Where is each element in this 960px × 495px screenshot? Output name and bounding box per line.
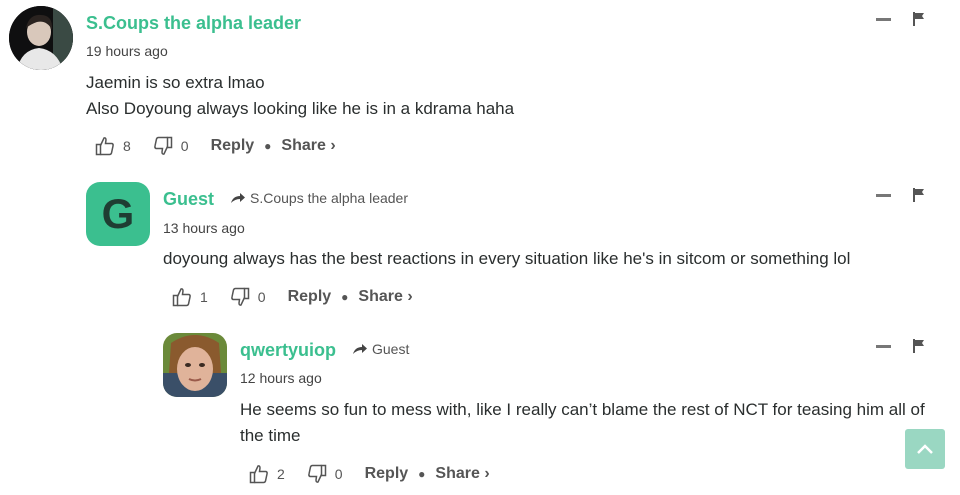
upvote-count: 8 [123,138,131,154]
comment-actions: 1 0 Reply ● Share › [172,287,413,307]
share-button[interactable]: Share › [281,137,335,155]
thumbs-down-icon [230,287,250,306]
comment-line: Also Doyoung always looking like he is i… [86,99,515,118]
reply-arrow-icon [231,193,245,203]
in-reply-to[interactable]: Guest [352,341,409,357]
parent-author: Guest [372,341,410,357]
comment-body: Jaemin is so extra lmao Also Doyoung alw… [86,70,926,122]
reply-button[interactable]: Reply [211,137,255,155]
share-button[interactable]: Share › [358,288,412,306]
downvote-button[interactable]: 0 [230,287,266,307]
avatar-letter: G [101,190,135,237]
comment-timestamp[interactable]: 19 hours ago [86,43,168,59]
thumbs-down-icon [307,464,327,483]
downvote-count: 0 [180,138,189,154]
flag-icon[interactable] [913,12,925,26]
downvote-count: 0 [257,289,266,305]
downvote-button[interactable]: 0 [153,136,189,156]
comment-line: Jaemin is so extra lmao [86,73,265,92]
separator-dot: ● [264,139,272,153]
comment-body: He seems so fun to mess with, like I rea… [240,397,952,449]
comment-timestamp[interactable]: 12 hours ago [240,370,322,386]
thumbs-up-icon [249,465,268,484]
separator-dot: ● [418,467,426,481]
reply-arrow-icon [353,344,367,354]
parent-author: S.Coups the alpha leader [250,190,408,206]
thumbs-down-icon [153,136,173,155]
comment-controls [876,339,925,353]
collapse-icon[interactable] [876,344,891,348]
comment-controls [876,188,925,202]
flag-icon[interactable] [913,339,925,353]
comment-timestamp[interactable]: 13 hours ago [163,220,245,236]
reply-button[interactable]: Reply [288,288,332,306]
in-reply-to[interactable]: S.Coups the alpha leader [230,190,408,206]
collapse-icon[interactable] [876,17,891,21]
avatar[interactable] [9,6,73,70]
comment-actions: 2 0 Reply ● Share › [249,464,490,484]
reply-button[interactable]: Reply [365,465,409,483]
avatar[interactable]: G [86,182,150,246]
comment-author[interactable]: qwertyuiop [240,340,336,361]
avatar[interactable] [163,333,227,397]
comment-author[interactable]: Guest [163,189,214,210]
scroll-to-top-button[interactable] [905,429,945,469]
separator-dot: ● [341,290,349,304]
flag-icon[interactable] [913,188,925,202]
upvote-count: 1 [200,289,208,305]
upvote-button[interactable]: 8 [95,136,131,156]
comment-line: doyoung always has the best reactions in… [163,249,851,268]
upvote-button[interactable]: 1 [172,287,208,307]
downvote-count: 0 [334,466,343,482]
thumbs-up-icon [172,288,191,307]
upvote-button[interactable]: 2 [249,464,285,484]
thumbs-up-icon [95,137,114,156]
comment-body: doyoung always has the best reactions in… [163,246,943,272]
downvote-button[interactable]: 0 [307,464,343,484]
collapse-icon[interactable] [876,193,891,197]
comment-author[interactable]: S.Coups the alpha leader [86,13,301,34]
comment-actions: 8 0 Reply ● Share › [95,136,336,156]
comment-controls [876,12,925,26]
chevron-up-icon [917,444,933,454]
comment-line: He seems so fun to mess with, like I rea… [240,400,925,445]
share-button[interactable]: Share › [435,465,489,483]
upvote-count: 2 [277,466,285,482]
